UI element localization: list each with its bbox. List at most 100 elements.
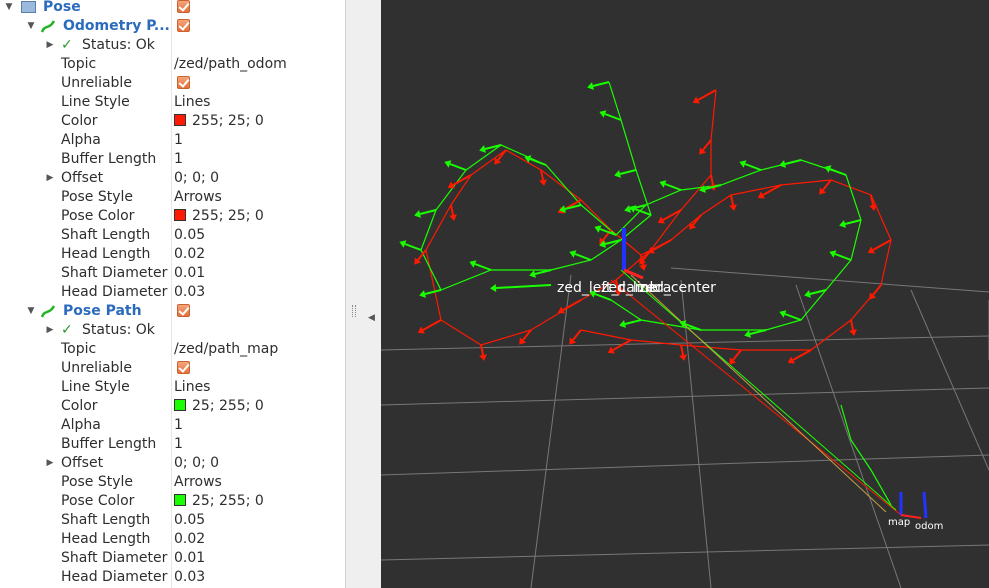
property-row[interactable]: Shaft Length 0.05: [0, 226, 345, 245]
property-value[interactable]: 0.05: [174, 226, 205, 245]
frame-label-odom: odom: [915, 521, 943, 532]
property-row[interactable]: Pose Style Arrows: [0, 473, 345, 492]
tree-row-pose[interactable]: ▼ Pose: [0, 0, 345, 17]
property-value[interactable]: 0.03: [174, 568, 205, 587]
tree-row-odometry-path[interactable]: ▼ Odometry P...: [0, 17, 345, 36]
pose-arrow-head: [619, 320, 626, 328]
expand-arrow-icon[interactable]: ▶: [45, 454, 55, 473]
property-row[interactable]: Pose Color 255; 25; 0: [0, 207, 345, 226]
property-row[interactable]: Color 25; 255; 0: [0, 397, 345, 416]
pose-arrow-head: [614, 170, 621, 178]
property-row[interactable]: Buffer Length 1: [0, 150, 345, 169]
pose-arrow-head: [449, 214, 457, 221]
enabled-checkbox-pose-path[interactable]: [177, 304, 190, 317]
property-name: Alpha: [61, 132, 101, 148]
expand-arrow-icon[interactable]: ▶: [45, 36, 55, 55]
collapse-arrow-icon[interactable]: ◀: [368, 313, 375, 323]
property-value[interactable]: 1: [174, 150, 183, 169]
property-name: Pose Color: [61, 208, 135, 224]
splitter-grip-icon[interactable]: [352, 305, 356, 317]
color-swatch-icon: [174, 209, 186, 221]
property-row[interactable]: Shaft Diameter 0.01: [0, 264, 345, 283]
expand-arrow-icon[interactable]: ▼: [26, 302, 36, 321]
property-value[interactable]: Arrows: [174, 473, 222, 492]
property-row[interactable]: ▶ Offset 0; 0; 0: [0, 169, 345, 188]
property-row[interactable]: Alpha 1: [0, 416, 345, 435]
property-name: Pose Style: [61, 474, 134, 490]
property-row[interactable]: ▶ Offset 0; 0; 0: [0, 454, 345, 473]
property-row[interactable]: Buffer Length 1: [0, 435, 345, 454]
property-name: Buffer Length: [61, 151, 157, 167]
property-row[interactable]: Alpha 1: [0, 131, 345, 150]
pose-arrow-shaft: [844, 219, 862, 225]
enabled-checkbox-pose[interactable]: [177, 0, 190, 13]
property-value[interactable]: 255; 25; 0: [174, 207, 264, 226]
3d-scene[interactable]: zed_left_camera zed_link zed_center map …: [381, 0, 989, 588]
enabled-checkbox-odometry-path[interactable]: [177, 19, 190, 32]
property-row[interactable]: Color 255; 25; 0: [0, 112, 345, 131]
tree-row-status[interactable]: ▶ ✓ Status: Ok: [0, 321, 345, 340]
property-value[interactable]: /zed/path_map: [174, 340, 278, 359]
property-row[interactable]: Shaft Diameter 0.01: [0, 549, 345, 568]
property-value[interactable]: 25; 255; 0: [174, 492, 264, 511]
pose-path-line: [620, 269, 897, 511]
pose-arrow-head: [729, 204, 737, 211]
property-row[interactable]: Shaft Length 0.05: [0, 511, 345, 530]
property-row[interactable]: Head Diameter 0.03: [0, 568, 345, 587]
expand-arrow-icon[interactable]: ▼: [26, 17, 36, 36]
property-name: Buffer Length: [61, 436, 157, 452]
property-value[interactable]: 0.02: [174, 530, 205, 549]
property-row[interactable]: Topic/zed/path_map: [0, 340, 345, 359]
property-value[interactable]: 0; 0; 0: [174, 454, 219, 473]
pose-arrow-shaft: [574, 253, 592, 261]
property-value[interactable]: 1: [174, 435, 183, 454]
property-value[interactable]: 0.01: [174, 264, 205, 283]
property-value[interactable]: 255; 25; 0: [174, 112, 264, 131]
unreliable-checkbox[interactable]: [177, 76, 190, 89]
pose-arrow-shaft: [424, 289, 442, 295]
property-row[interactable]: Topic/zed/path_odom: [0, 55, 345, 74]
property-value[interactable]: 0.03: [174, 283, 205, 302]
expand-arrow-icon[interactable]: ▶: [45, 321, 55, 340]
unreliable-checkbox[interactable]: [177, 361, 190, 374]
pose-arrow-shaft: [450, 204, 454, 216]
pose-arrow-shaft: [449, 163, 467, 171]
property-row[interactable]: Head Length 0.02: [0, 245, 345, 264]
property-value[interactable]: 0.01: [174, 549, 205, 568]
property-value[interactable]: /zed/path_odom: [174, 55, 287, 74]
property-row[interactable]: Pose Color 25; 255; 0: [0, 492, 345, 511]
pose-arrow-head: [539, 179, 547, 186]
color-swatch-icon: [174, 114, 186, 126]
property-value[interactable]: 0.02: [174, 245, 205, 264]
property-value[interactable]: 0.05: [174, 511, 205, 530]
property-row[interactable]: Line Style Lines: [0, 93, 345, 112]
pose-arrow-head: [587, 82, 594, 90]
property-value[interactable]: Lines: [174, 93, 210, 112]
property-value[interactable]: 25; 255; 0: [174, 397, 264, 416]
pose-arrow-shaft: [495, 284, 552, 289]
property-row[interactable]: Pose Style Arrows: [0, 188, 345, 207]
check-icon: ✓: [61, 37, 73, 53]
connection-line: [630, 274, 887, 513]
pose-arrow-shaft: [834, 253, 852, 261]
property-row[interactable]: Line Style Lines: [0, 378, 345, 397]
property-value[interactable]: 1: [174, 416, 183, 435]
expand-arrow-icon[interactable]: ▶: [45, 169, 55, 188]
pose-arrow-shaft: [870, 194, 874, 206]
expand-arrow-icon[interactable]: ▼: [4, 0, 14, 17]
pose-arrow-shaft: [744, 163, 762, 171]
property-value[interactable]: Arrows: [174, 188, 222, 207]
property-row[interactable]: Head Length 0.02: [0, 530, 345, 549]
property-row[interactable]: Unreliable: [0, 74, 345, 93]
property-row[interactable]: Unreliable: [0, 359, 345, 378]
frame-label-map: map: [888, 517, 910, 528]
property-value[interactable]: Lines: [174, 378, 210, 397]
panel-splitter[interactable]: ◀: [345, 0, 380, 588]
3d-viewport[interactable]: zed_left_camera zed_link zed_center map …: [381, 0, 989, 588]
tree-row-status[interactable]: ▶ ✓ Status: Ok: [0, 36, 345, 55]
property-value[interactable]: 1: [174, 131, 183, 150]
tree-row-pose-path[interactable]: ▼ Pose Path: [0, 302, 345, 321]
grid-line: [381, 454, 989, 476]
property-row[interactable]: Head Diameter 0.03: [0, 283, 345, 302]
property-value[interactable]: 0; 0; 0: [174, 169, 219, 188]
